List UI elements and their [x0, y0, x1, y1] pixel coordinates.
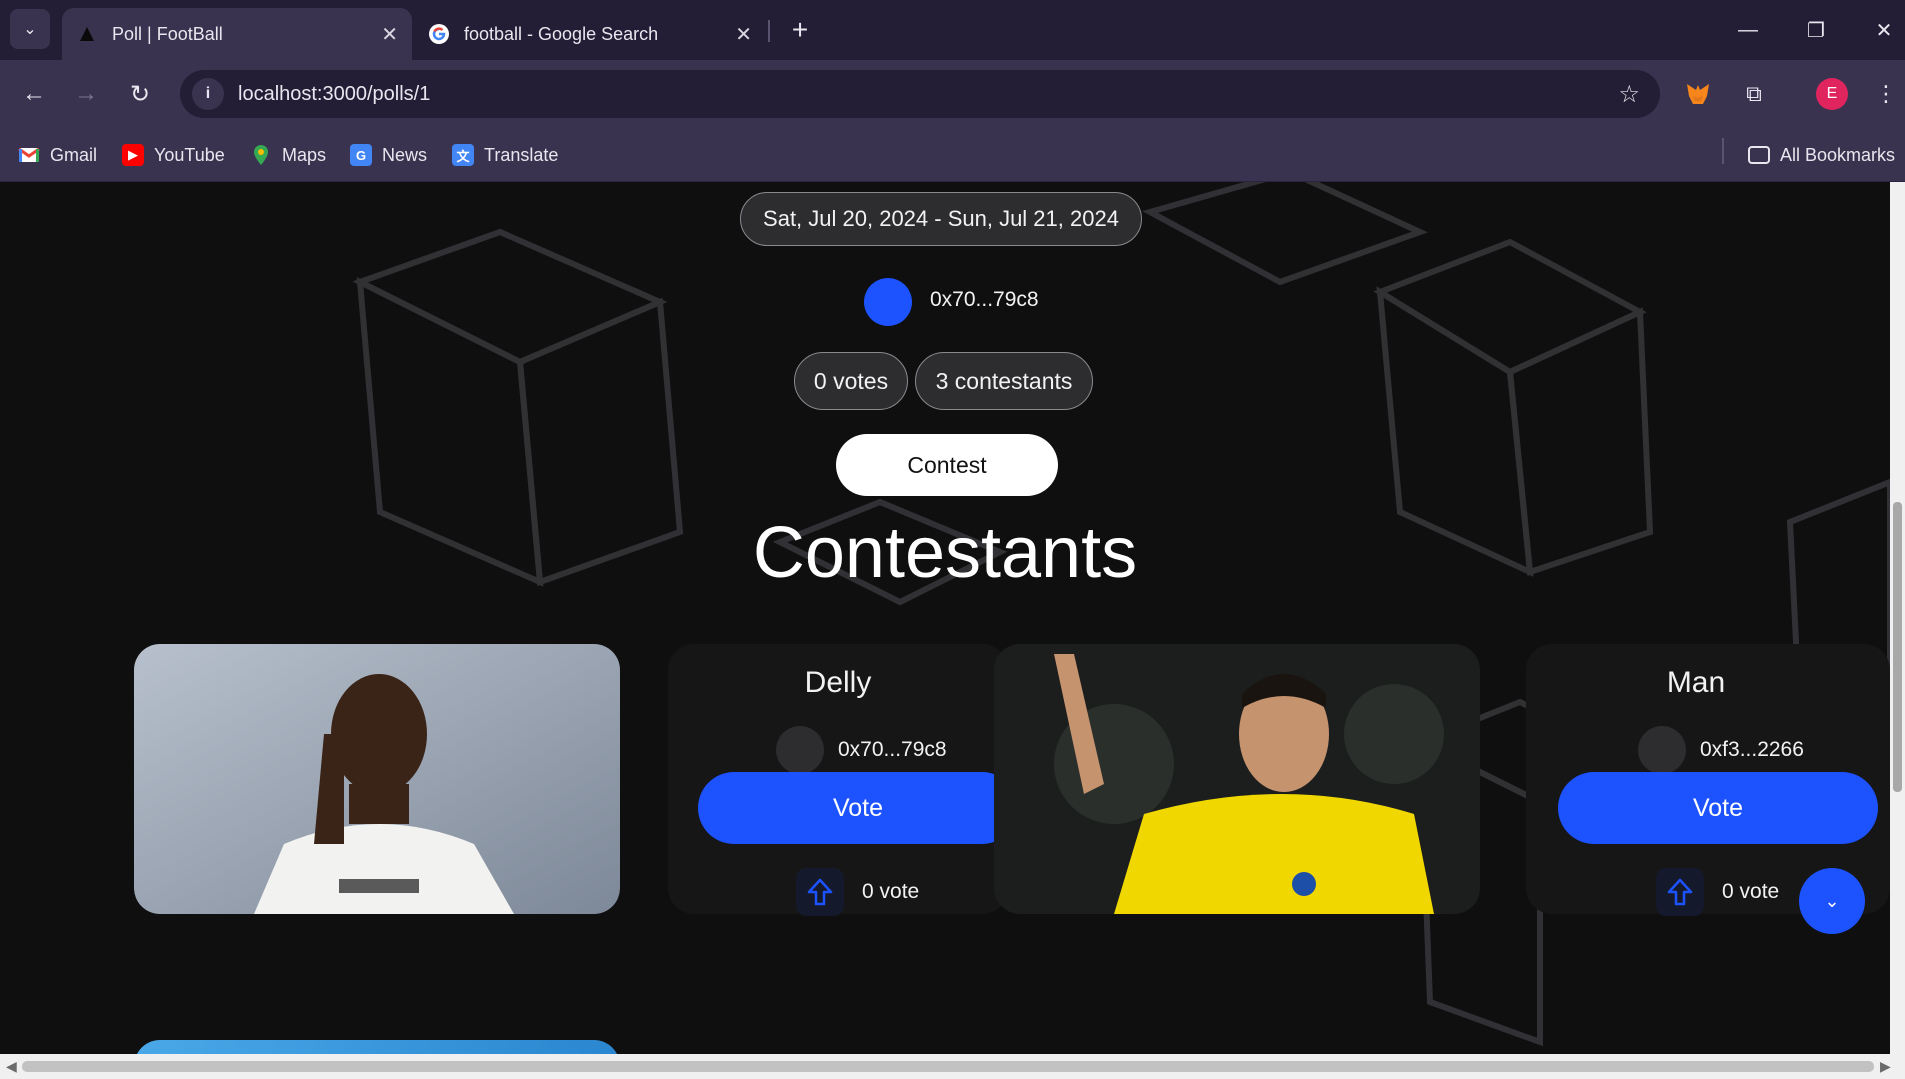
bookmark-gmail[interactable]: Gmail: [18, 140, 97, 170]
bookmark-news[interactable]: G News: [350, 140, 427, 170]
vote-button[interactable]: Vote: [698, 772, 1018, 844]
contestant-photo-partial: [134, 1040, 620, 1054]
minimize-icon: —: [1738, 18, 1758, 41]
scroll-right-arrow-icon[interactable]: ▶: [1880, 1058, 1891, 1075]
url-text[interactable]: localhost:3000/polls/1: [238, 83, 430, 106]
poll-date-range: Sat, Jul 20, 2024 - Sun, Jul 21, 2024: [740, 192, 1142, 246]
bookmark-youtube[interactable]: ▶ YouTube: [122, 140, 225, 170]
youtube-icon: ▶: [122, 144, 144, 166]
gmail-icon: [18, 144, 40, 166]
bookmark-maps[interactable]: Maps: [250, 140, 326, 170]
close-icon: ✕: [1875, 19, 1893, 42]
tab-strip: ⌄ Poll | FootBall ✕ football - Google Se…: [0, 0, 1905, 60]
contestant-name: Delly: [804, 666, 872, 699]
vertical-scrollbar[interactable]: [1890, 182, 1905, 1054]
contestant-name: Man: [1666, 666, 1726, 699]
close-tab-icon[interactable]: ✕: [381, 22, 398, 47]
contestant-vote-count: 0 vote: [862, 880, 920, 903]
tab-poll[interactable]: Poll | FootBall ✕: [62, 8, 412, 60]
site-info-icon[interactable]: i: [192, 78, 224, 110]
horizontal-scroll-thumb[interactable]: [22, 1061, 1874, 1072]
page-content: Sat, Jul 20, 2024 - Sun, Jul 21, 2024 0x…: [0, 182, 1890, 1054]
vote-button[interactable]: Vote: [1558, 772, 1878, 844]
arrow-up-icon: [1667, 878, 1693, 906]
contestant-address: 0xf3...2266: [1700, 738, 1804, 761]
bookmarks-divider: [1722, 138, 1724, 164]
metamask-extension-icon[interactable]: [1680, 76, 1716, 112]
contest-button[interactable]: Contest: [836, 434, 1058, 496]
scroll-left-arrow-icon[interactable]: ◀: [6, 1058, 17, 1075]
reload-icon: ↻: [129, 80, 151, 108]
google-favicon-icon: [428, 23, 450, 45]
upvote-button[interactable]: [796, 868, 844, 916]
bookmark-star-icon[interactable]: ☆: [1618, 80, 1640, 109]
tab-google-search[interactable]: football - Google Search ✕: [414, 8, 766, 60]
address-bar[interactable]: i localhost:3000/polls/1 ☆: [180, 70, 1660, 118]
horizontal-scrollbar[interactable]: ◀ ▶: [0, 1054, 1905, 1079]
arrow-left-icon: ←: [22, 80, 46, 107]
all-bookmarks[interactable]: All Bookmarks: [1748, 140, 1895, 170]
tab-title: Poll | FootBall: [112, 23, 223, 44]
triangle-favicon-icon: [76, 23, 98, 45]
scroll-down-button[interactable]: ⌄: [1799, 868, 1865, 934]
contestant-avatar: [776, 726, 824, 774]
extensions-puzzle-icon[interactable]: ⧉: [1736, 76, 1772, 112]
contestants-badge: 3 contestants: [915, 352, 1093, 410]
bookmarks-bar: Gmail ▶ YouTube Maps G News 文 Translate …: [0, 128, 1905, 182]
back-button[interactable]: ←: [14, 74, 54, 114]
owner-avatar: [864, 278, 912, 326]
new-tab-button[interactable]: +: [782, 12, 818, 48]
contestant-vote-count: 0 vote: [1722, 880, 1780, 903]
contestants-heading: Contestants: [752, 513, 1138, 593]
maps-pin-icon: [250, 144, 272, 166]
chevron-down-icon: ⌄: [23, 21, 37, 38]
translate-icon: 文: [452, 144, 474, 166]
vertical-scroll-thumb[interactable]: [1893, 502, 1902, 792]
news-icon: G: [350, 144, 372, 166]
contestant-avatar: [1638, 726, 1686, 774]
arrow-right-icon: →: [74, 80, 98, 107]
restore-button[interactable]: ❐: [1796, 10, 1836, 50]
forward-button[interactable]: →: [66, 74, 106, 114]
votes-badge: 0 votes: [794, 352, 908, 410]
arrow-up-icon: [807, 878, 833, 906]
bookmark-translate[interactable]: 文 Translate: [452, 140, 558, 170]
restore-icon: ❐: [1807, 19, 1825, 42]
contestant-card: Delly 0x70...79c8 Vote 0 vote: [668, 644, 1018, 916]
profile-avatar[interactable]: E: [1816, 78, 1848, 110]
tab-search-button[interactable]: ⌄: [10, 9, 50, 49]
folder-icon: [1748, 146, 1770, 164]
minimize-button[interactable]: —: [1728, 10, 1768, 50]
owner-address: 0x70...79c8: [930, 288, 1039, 311]
tab-title: football - Google Search: [464, 23, 659, 44]
background-cubes-pattern: [352, 182, 1890, 1047]
contestant-photo: [134, 644, 620, 914]
contestant-photo: [994, 644, 1480, 914]
more-menu-icon[interactable]: ⋮: [1868, 76, 1904, 112]
browser-toolbar: ← → ↻ i localhost:3000/polls/1 ☆ ⧉ E ⋮: [0, 60, 1905, 128]
contestant-address: 0x70...79c8: [838, 738, 947, 761]
upvote-button[interactable]: [1656, 868, 1704, 916]
reload-button[interactable]: ↻: [120, 74, 160, 114]
close-window-button[interactable]: ✕: [1864, 10, 1904, 50]
plus-icon: +: [791, 14, 809, 45]
close-tab-icon[interactable]: ✕: [735, 22, 752, 47]
chevron-down-icon: ⌄: [1824, 890, 1840, 911]
tab-divider: [768, 20, 770, 42]
